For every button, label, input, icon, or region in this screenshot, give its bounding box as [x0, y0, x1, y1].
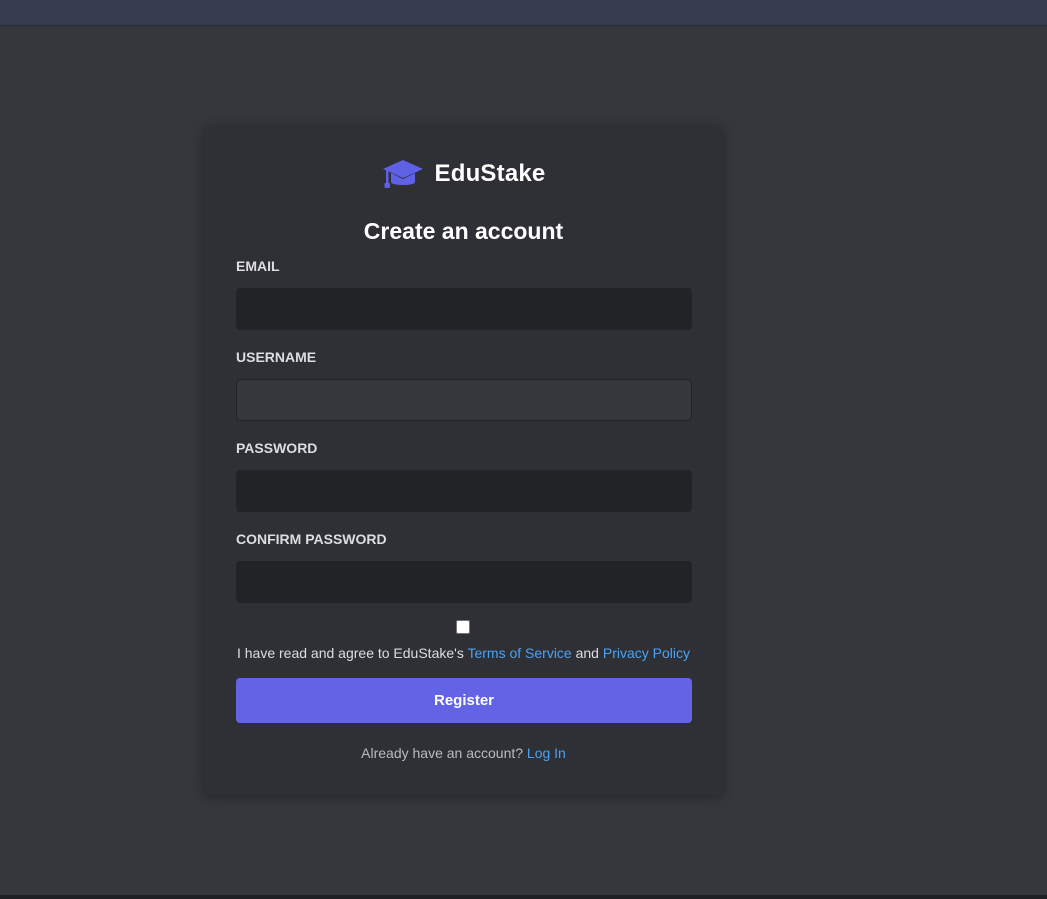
username-field[interactable]	[236, 379, 692, 421]
terms-of-service-link[interactable]: Terms of Service	[467, 645, 571, 661]
password-label: PASSWORD	[236, 440, 318, 456]
agree-checkbox[interactable]	[456, 620, 470, 634]
agree-prefix: I have read and agree to EduStake's	[236, 645, 464, 661]
login-prompt-text: Already have an account?	[361, 745, 524, 761]
password-field[interactable]	[236, 470, 692, 512]
confirm-password-field[interactable]	[236, 561, 692, 603]
agree-conjunction: and	[575, 645, 599, 661]
login-link[interactable]: Log In	[527, 745, 566, 761]
page-title: Create an account	[363, 218, 564, 244]
bottom-bar	[0, 895, 1047, 899]
login-prompt: Already have an account? Log In	[204, 745, 723, 761]
privacy-policy-link[interactable]: Privacy Policy	[603, 645, 690, 661]
register-card: EduStake Create an account EMAIL USERNAM…	[204, 126, 723, 795]
brand: EduStake	[204, 158, 723, 190]
top-bar	[0, 0, 1047, 26]
username-label: USERNAME	[236, 349, 317, 365]
graduation-cap-icon	[382, 158, 424, 190]
brand-name: EduStake	[434, 160, 546, 187]
confirm-password-label: CONFIRM PASSWORD	[236, 531, 387, 547]
email-label: EMAIL	[236, 258, 280, 274]
email-field[interactable]	[236, 288, 692, 330]
agree-text: I have read and agree to EduStake's Term…	[204, 645, 723, 661]
register-button[interactable]: Register	[236, 678, 692, 723]
